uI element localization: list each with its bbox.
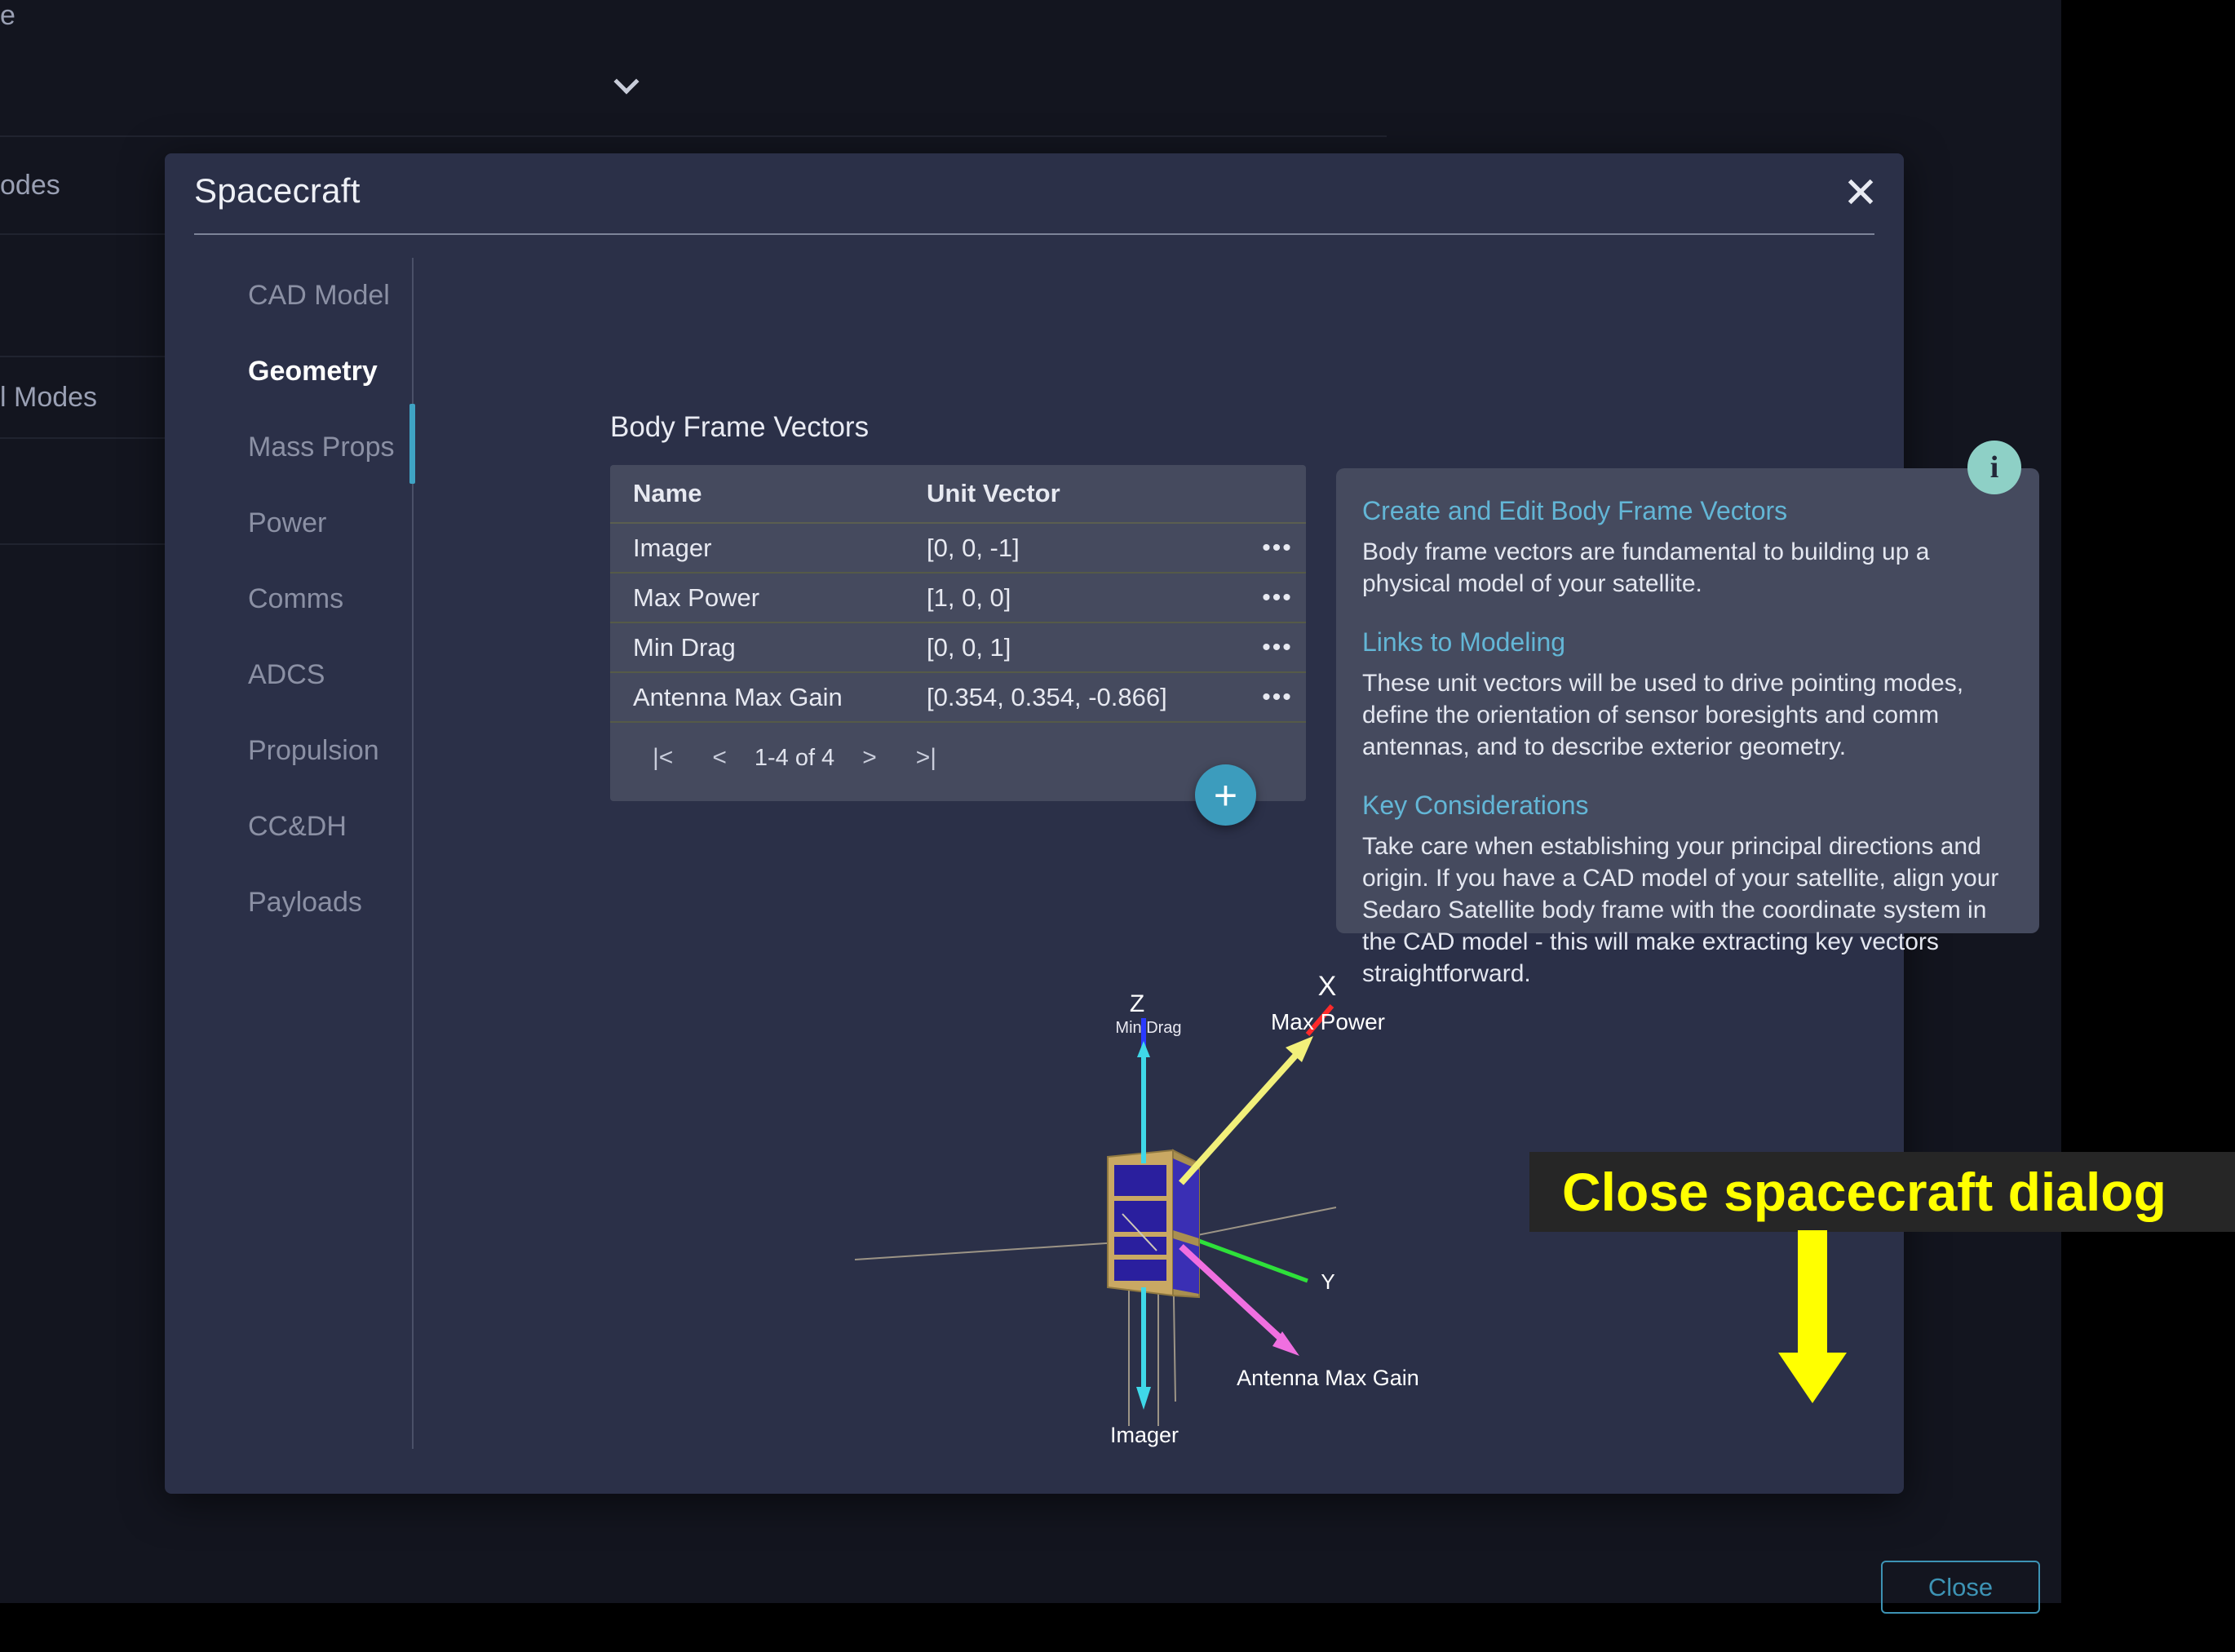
sidebar-item-power[interactable]: Power	[194, 485, 411, 561]
overflow-menu-icon[interactable]: •••	[1249, 535, 1306, 560]
axis-label-z: Z	[1130, 990, 1144, 1017]
cell-unit-vector: [1, 0, 0]	[927, 582, 1011, 612]
background-row-label: l Modes	[0, 381, 98, 413]
info-body-key-considerations: Take care when establishing your princip…	[1362, 833, 1999, 987]
chevron-down-icon[interactable]	[615, 70, 636, 96]
cell-name: Imager	[633, 533, 712, 562]
sidebar-item-label: Payloads	[248, 887, 362, 918]
sidebar-item-label: Power	[248, 507, 327, 538]
info-heading-create-edit: Create and Edit Body Frame Vectors	[1362, 496, 1788, 525]
sidebar-item-payloads[interactable]: Payloads	[194, 865, 411, 941]
overflow-menu-icon[interactable]: •••	[1249, 635, 1306, 659]
close-icon[interactable]: ✕	[1835, 168, 1886, 219]
pagination-first-button[interactable]: |<	[633, 744, 693, 772]
axis-label-x: X	[1318, 971, 1337, 1002]
spacecraft-dialog: Spacecraft ✕ CAD Model Geometry Mass Pro…	[165, 153, 2040, 1614]
sidebar-item-label: Mass Props	[248, 432, 395, 463]
body-frame-vectors-table: Name Unit Vector Imager [0, 0, -1] ••• M…	[610, 465, 1306, 801]
sidebar-item-cad-model[interactable]: CAD Model	[194, 258, 411, 334]
sidebar-item-label: ADCS	[248, 659, 325, 690]
cell-unit-vector: [0, 0, 1]	[927, 632, 1011, 662]
cell-name: Min Drag	[633, 632, 736, 662]
sidebar-item-label: Propulsion	[248, 735, 379, 766]
background-row-label: odes	[0, 169, 60, 201]
overflow-menu-icon[interactable]: •••	[1249, 684, 1306, 709]
pagination-range-label: 1-4 of 4	[754, 744, 835, 771]
info-heading-key-considerations: Key Considerations	[1362, 791, 1589, 820]
sidebar-item-label: CAD Model	[248, 280, 390, 311]
table-header-row: Name Unit Vector	[610, 465, 1306, 524]
sidebar-item-ccdh[interactable]: CC&DH	[194, 789, 411, 865]
sidebar-item-geometry[interactable]: Geometry	[194, 334, 411, 410]
sidebar-item-propulsion[interactable]: Propulsion	[194, 713, 411, 789]
axis-label-y: Y	[1321, 1269, 1334, 1294]
cell-unit-vector: [0.354, 0.354, -0.866]	[927, 682, 1167, 711]
sidebar-item-comms[interactable]: Comms	[194, 561, 411, 637]
table-row[interactable]: Imager [0, 0, -1] •••	[610, 524, 1306, 574]
overflow-menu-icon[interactable]: •••	[1249, 585, 1306, 609]
section-title: Body Frame Vectors	[610, 411, 870, 443]
info-panel: Create and Edit Body Frame Vectors Body …	[1336, 468, 2039, 987]
info-icon[interactable]: i	[1967, 441, 2021, 494]
sidebar-item-mass-props[interactable]: Mass Props	[194, 410, 411, 485]
background-row[interactable]: e	[0, 0, 1387, 31]
table-row[interactable]: Max Power [1, 0, 0] •••	[610, 574, 1306, 623]
info-body-links-to-modeling: These unit vectors will be used to drive…	[1362, 670, 1964, 760]
dialog-header: Spacecraft	[194, 171, 1874, 235]
vector-label-min-drag: Min Drag	[1115, 1019, 1181, 1037]
dialog-sidebar: CAD Model Geometry Mass Props Power Comm…	[194, 258, 411, 1449]
column-header-unit-vector: Unit Vector	[927, 479, 1060, 507]
pagination-next-button[interactable]: >	[843, 744, 896, 772]
vector-label-antenna-max-gain: Antenna Max Gain	[1237, 1366, 1419, 1390]
page-title: Spacecraft	[194, 171, 361, 210]
pagination-last-button[interactable]: >|	[896, 744, 956, 772]
table-row[interactable]: Min Drag [0, 0, 1] •••	[610, 623, 1306, 673]
add-vector-button[interactable]: +	[1195, 764, 1256, 826]
vector-label-max-power: Max Power	[1271, 1009, 1385, 1034]
sidebar-item-label: CC&DH	[248, 811, 347, 842]
screen: e odes l Modes Spacecraft ✕ CAD Model Ge…	[0, 0, 2235, 1652]
background-row[interactable]	[0, 31, 1387, 137]
sidebar-item-label: Geometry	[248, 356, 378, 387]
info-body-create-edit: Body frame vectors are fundamental to bu…	[1362, 538, 1930, 597]
cell-unit-vector: [0, 0, -1]	[927, 533, 1020, 562]
cell-name: Antenna Max Gain	[633, 682, 843, 711]
annotation-arrow-icon	[1772, 1230, 1853, 1406]
sidebar-item-label: Comms	[248, 583, 344, 614]
cell-name: Max Power	[633, 582, 760, 612]
table-row[interactable]: Antenna Max Gain [0.354, 0.354, -0.866] …	[610, 673, 1306, 723]
close-button[interactable]: Close	[1881, 1561, 2040, 1614]
annotation-banner: Close spacecraft dialog	[1529, 1152, 2235, 1232]
pagination-prev-button[interactable]: <	[693, 744, 746, 772]
column-header-name: Name	[633, 479, 702, 507]
annotation-text: Close spacecraft dialog	[1562, 1162, 2166, 1222]
info-heading-links-to-modeling: Links to Modeling	[1362, 627, 1566, 657]
background-row-label: e	[0, 0, 15, 31]
sidebar-item-adcs[interactable]: ADCS	[194, 637, 411, 713]
vector-label-imager: Imager	[1110, 1423, 1179, 1447]
